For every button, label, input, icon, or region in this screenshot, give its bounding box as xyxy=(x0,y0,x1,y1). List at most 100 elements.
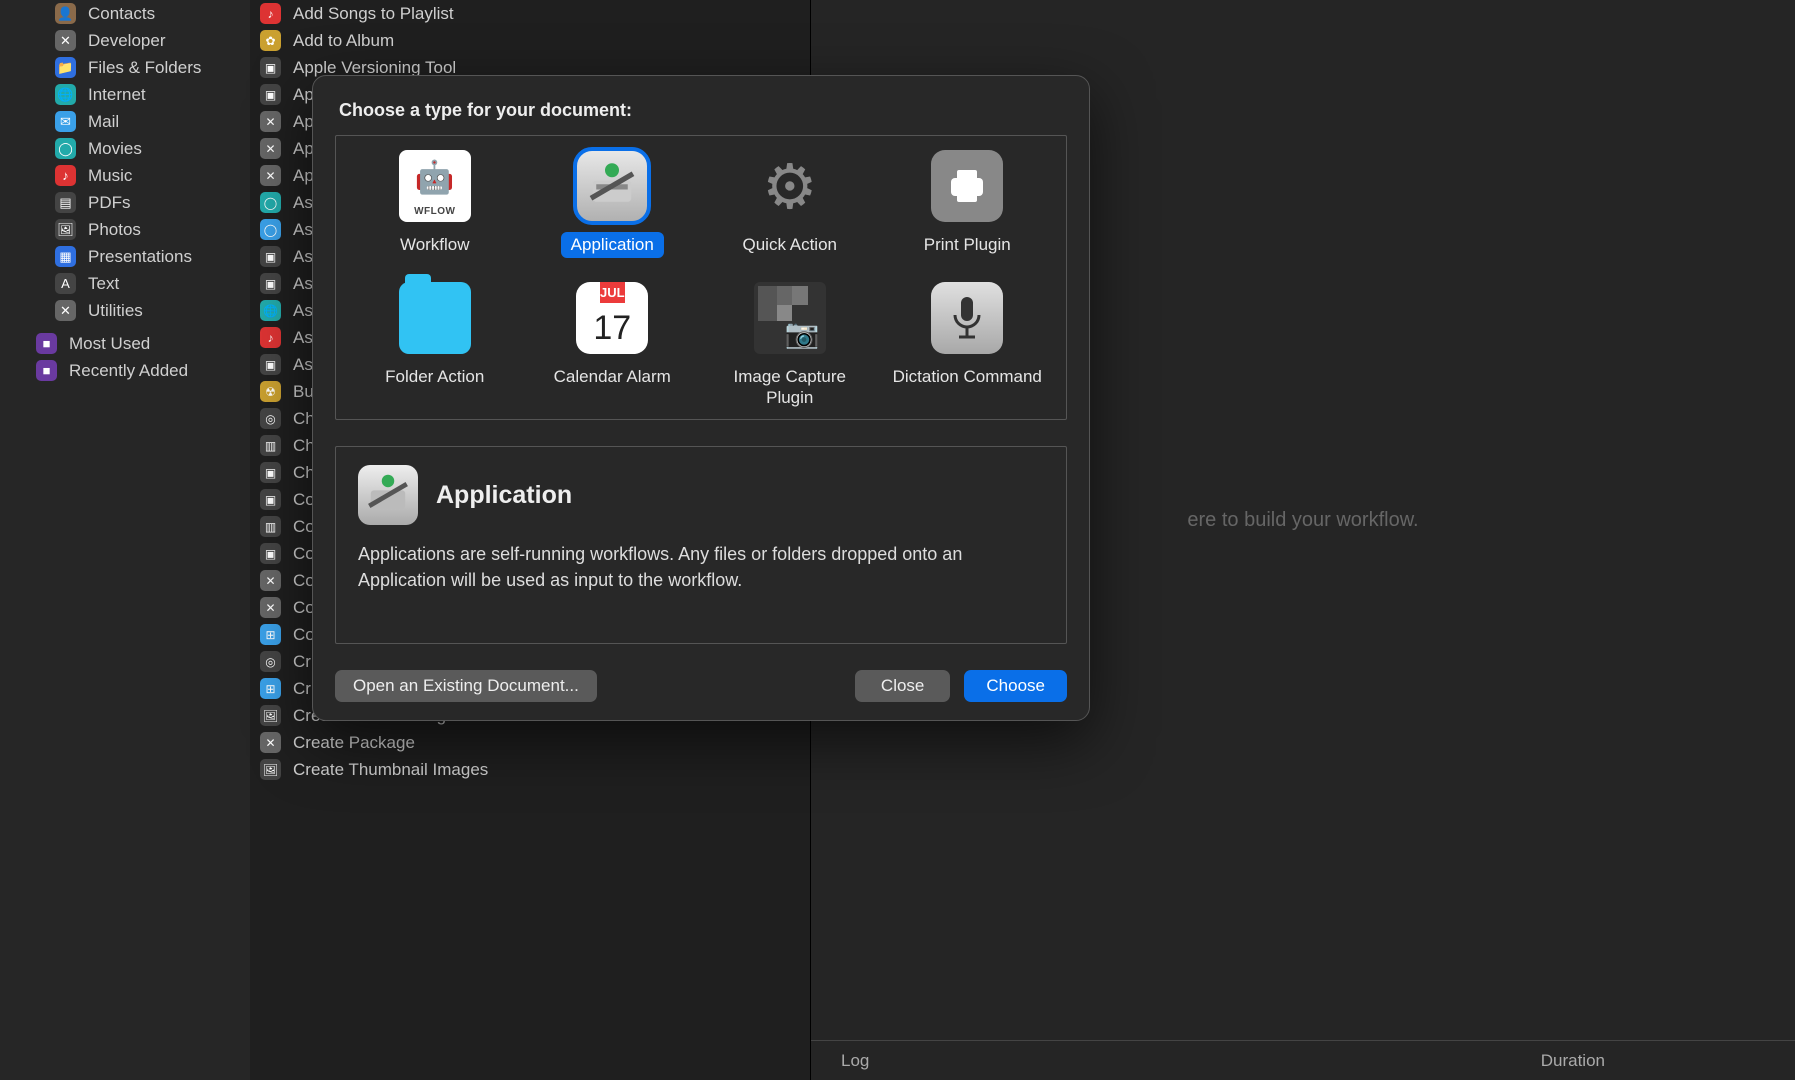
sidebar-item-label: Contacts xyxy=(88,4,155,24)
type-workflow[interactable]: Workflow xyxy=(346,150,524,258)
action-label: Cr xyxy=(293,652,311,672)
action-icon: ♪ xyxy=(260,3,281,24)
gear-icon: ⚙ xyxy=(754,150,826,222)
action-item[interactable]: ✕Create Package xyxy=(250,729,810,756)
action-icon: ☢ xyxy=(260,381,281,402)
action-label: Ap xyxy=(293,166,314,186)
type-label: Workflow xyxy=(390,232,480,258)
type-dictation[interactable]: Dictation Command xyxy=(879,282,1057,411)
action-icon: ▣ xyxy=(260,543,281,564)
sidebar-item-label: Text xyxy=(88,274,119,294)
category-icon: ◯ xyxy=(55,138,76,159)
type-quick-action[interactable]: ⚙ Quick Action xyxy=(701,150,879,258)
sidebar-item-label: Recently Added xyxy=(69,361,188,381)
workflow-icon xyxy=(399,150,471,222)
close-button[interactable]: Close xyxy=(855,670,950,702)
action-icon: ◎ xyxy=(260,408,281,429)
duration-label: Duration xyxy=(1541,1051,1605,1071)
sidebar-item-label: Music xyxy=(88,166,132,186)
choose-button[interactable]: Choose xyxy=(964,670,1067,702)
type-application[interactable]: Application xyxy=(524,150,702,258)
category-icon: 🌐 xyxy=(55,84,76,105)
sidebar-item-label: Movies xyxy=(88,139,142,159)
type-print-plugin[interactable]: Print Plugin xyxy=(879,150,1057,258)
sidebar-item-text[interactable]: A Text xyxy=(0,270,250,297)
document-type-dialog: Choose a type for your document: Workflo… xyxy=(312,75,1090,721)
action-label: Cr xyxy=(293,679,311,699)
document-type-grid: Workflow Application ⚙ Quick Action Prin… xyxy=(335,135,1067,420)
category-icon: ♪ xyxy=(55,165,76,186)
sidebar-item-contacts[interactable]: 👤Contacts xyxy=(0,0,250,27)
category-icon: ✕ xyxy=(55,300,76,321)
action-icon: ✕ xyxy=(260,111,281,132)
category-icon: ✉ xyxy=(55,111,76,132)
category-icon: A xyxy=(55,273,76,294)
action-label: Bu xyxy=(293,382,314,402)
action-icon: 🌐 xyxy=(260,300,281,321)
action-item[interactable]: ✿Add to Album xyxy=(250,27,810,54)
sidebar-item-utilities[interactable]: ✕Utilities xyxy=(0,297,250,324)
type-label: Image Capture Plugin xyxy=(701,364,879,411)
action-label: Add to Album xyxy=(293,31,394,51)
type-folder-action[interactable]: Folder Action xyxy=(346,282,524,411)
sidebar-item-developer[interactable]: ✕ Developer xyxy=(0,27,250,54)
action-icon: ▣ xyxy=(260,489,281,510)
sidebar-item-presentations[interactable]: ▦ Presentations xyxy=(0,243,250,270)
category-icon: ▦ xyxy=(55,246,76,267)
category-icon: ✕ xyxy=(55,30,76,51)
action-label: Add Songs to Playlist xyxy=(293,4,454,24)
log-label: Log xyxy=(841,1051,869,1071)
open-existing-button[interactable]: Open an Existing Document... xyxy=(335,670,597,702)
sidebar-item-music[interactable]: ♪ Music xyxy=(0,162,250,189)
sidebar-item-internet[interactable]: 🌐 Internet xyxy=(0,81,250,108)
type-calendar-alarm[interactable]: JUL 17 Calendar Alarm xyxy=(524,282,702,411)
type-label: Folder Action xyxy=(375,364,494,390)
type-label: Application xyxy=(561,232,664,258)
type-label: Dictation Command xyxy=(883,364,1052,390)
action-icon: 🖼 xyxy=(260,759,281,780)
sidebar-item-label: Internet xyxy=(88,85,146,105)
action-label: Create Thumbnail Images xyxy=(293,760,488,780)
action-item[interactable]: ♪ Add Songs to Playlist xyxy=(250,0,810,27)
type-image-capture[interactable]: Image Capture Plugin xyxy=(701,282,879,411)
action-icon: ◯ xyxy=(260,219,281,240)
sidebar-item-label: PDFs xyxy=(88,193,131,213)
description-title: Application xyxy=(436,481,572,510)
sidebar-item-photos[interactable]: 🖼Photos xyxy=(0,216,250,243)
type-label: Calendar Alarm xyxy=(544,364,681,390)
description-box: Application Applications are self-runnin… xyxy=(335,446,1067,644)
calendar-icon: JUL 17 xyxy=(576,282,648,354)
sidebar-item-movies[interactable]: ◯ Movies xyxy=(0,135,250,162)
action-icon: ⊞ xyxy=(260,624,281,645)
library-sidebar: 👤Contacts ✕ Developer 📁Files & Folders 🌐 Inte… xyxy=(0,0,250,1080)
dialog-title: Choose a type for your document: xyxy=(335,100,1067,121)
sidebar-item-label: Files & Folders xyxy=(88,58,201,78)
printer-icon xyxy=(931,150,1003,222)
action-icon: ✕ xyxy=(260,732,281,753)
type-label: Print Plugin xyxy=(914,232,1021,258)
sidebar-item-label: Presentations xyxy=(88,247,192,267)
workflow-placeholder: ere to build your workflow. xyxy=(1187,509,1418,532)
sidebar-item-label: Developer xyxy=(88,31,166,51)
action-icon: ▣ xyxy=(260,57,281,78)
action-icon: ▣ xyxy=(260,273,281,294)
action-icon: ✕ xyxy=(260,570,281,591)
sidebar-item-recently-added[interactable]: ■ Recently Added xyxy=(0,357,250,384)
sidebar-item-pdfs[interactable]: ▤PDFs xyxy=(0,189,250,216)
type-label: Quick Action xyxy=(733,232,848,258)
sidebar-item-most-used[interactable]: ■ Most Used xyxy=(0,330,250,357)
sidebar-item-mail[interactable]: ✉ Mail xyxy=(0,108,250,135)
smart-folder-icon: ■ xyxy=(36,333,57,354)
log-bar: Log Duration xyxy=(811,1040,1795,1080)
smart-folder-icon: ■ xyxy=(36,360,57,381)
sidebar-item-label: Photos xyxy=(88,220,141,240)
calendar-month: JUL xyxy=(600,282,625,303)
dialog-footer: Open an Existing Document... Close Choos… xyxy=(335,670,1067,702)
sidebar-item-files-folders[interactable]: 📁Files & Folders xyxy=(0,54,250,81)
sidebar-item-label: Mail xyxy=(88,112,119,132)
folder-icon xyxy=(399,282,471,354)
action-icon: ▣ xyxy=(260,354,281,375)
action-item[interactable]: 🖼 Create Thumbnail Images xyxy=(250,756,810,783)
image-capture-icon xyxy=(754,282,826,354)
sidebar-item-label: Most Used xyxy=(69,334,150,354)
